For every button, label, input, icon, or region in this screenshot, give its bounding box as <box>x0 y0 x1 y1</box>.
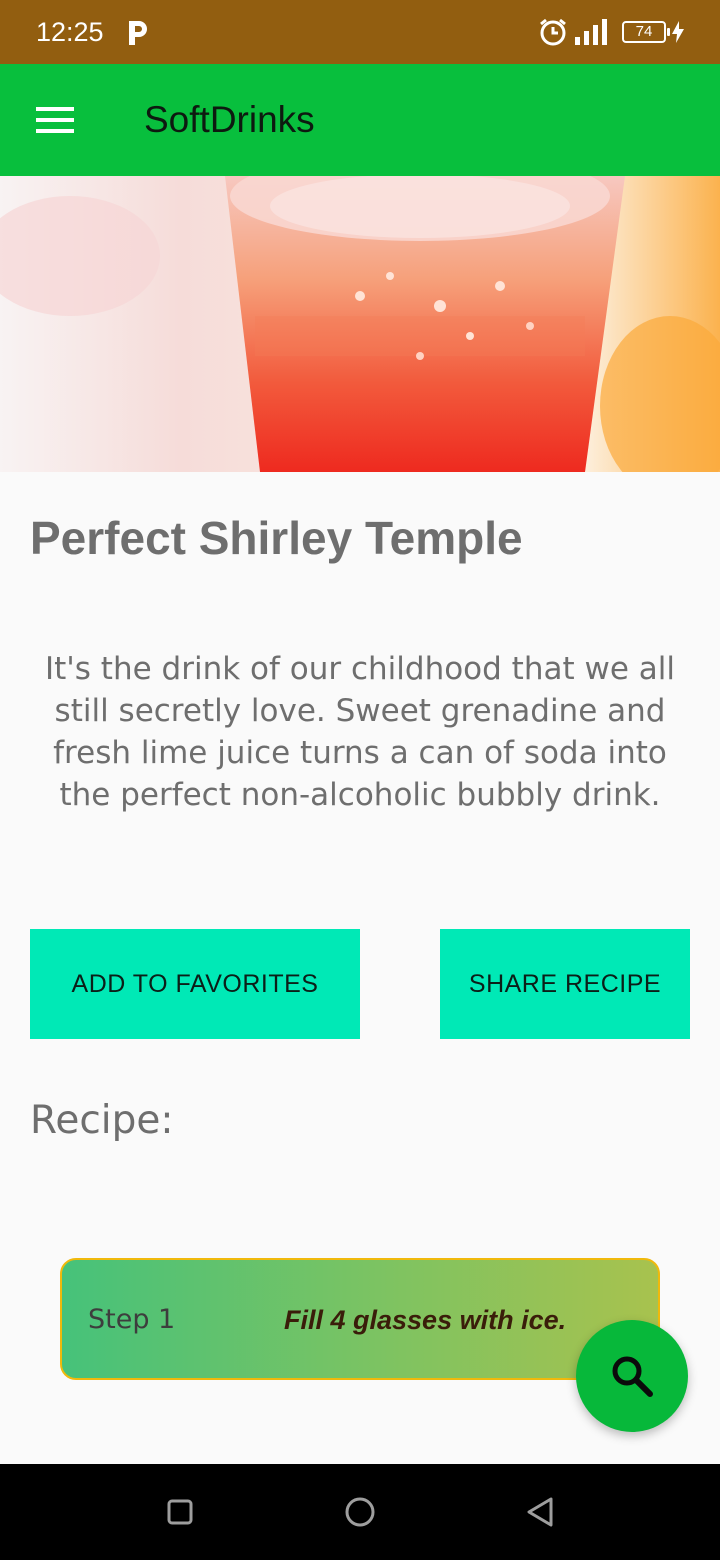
drink-illustration <box>0 176 720 472</box>
recents-square-icon <box>167 1499 193 1525</box>
app-title: SoftDrinks <box>144 99 315 140</box>
recipe-title: Perfect Shirley Temple <box>30 512 523 564</box>
recipe-section-label: Recipe: <box>30 1098 174 1143</box>
step-text: Fill 4 glasses with ice. <box>284 1305 567 1335</box>
status-time: 12:25 <box>36 17 104 47</box>
step-card: Step 1 Fill 4 glasses with ice. <box>60 1258 660 1380</box>
add-to-favorites-button[interactable]: ADD TO FAVORITES <box>30 929 360 1039</box>
hamburger-menu-icon <box>36 107 74 133</box>
search-fab-button[interactable] <box>576 1320 688 1432</box>
parking-icon <box>129 21 147 45</box>
hero-image <box>0 176 720 472</box>
share-recipe-button[interactable]: SHARE RECIPE <box>440 929 690 1039</box>
charging-icon <box>672 21 684 43</box>
home-button[interactable] <box>336 1488 384 1536</box>
battery-level: 74 <box>635 23 653 40</box>
navigation-bar <box>0 1464 720 1560</box>
status-bar: 12:25 74 <box>0 0 720 64</box>
recipe-description: It's the drink of our childhood that we … <box>44 651 675 813</box>
menu-button[interactable] <box>26 92 86 148</box>
battery-icon: 74 <box>622 21 670 43</box>
app-bar: SoftDrinks <box>0 64 720 176</box>
recents-button[interactable] <box>156 1488 204 1536</box>
status-icons: 74 <box>538 16 684 48</box>
step-number: Step 1 <box>88 1304 176 1335</box>
back-button[interactable] <box>516 1488 564 1536</box>
search-icon <box>612 1356 653 1397</box>
back-triangle-icon <box>527 1497 553 1527</box>
alarm-icon <box>540 18 566 46</box>
home-circle-icon <box>345 1497 375 1527</box>
signal-icon <box>575 19 607 45</box>
